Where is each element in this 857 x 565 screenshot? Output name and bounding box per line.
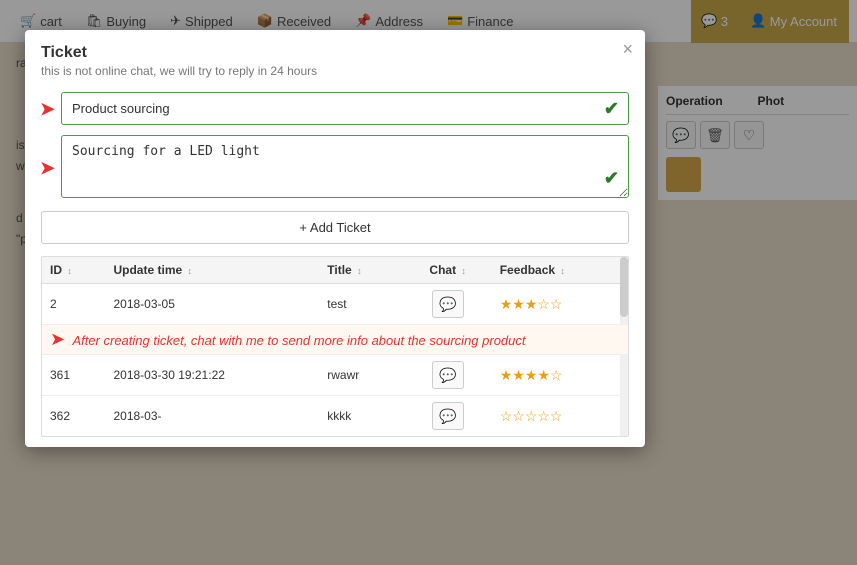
chat-button[interactable]: 💬 — [432, 361, 464, 389]
message-check-icon: ✔ — [604, 168, 619, 189]
cell-chat: 💬 — [404, 396, 492, 437]
cell-title: rwawr — [319, 355, 403, 396]
subject-input[interactable] — [61, 92, 629, 125]
annotation-text: After creating ticket, chat with me to s… — [72, 333, 525, 348]
cell-id: 362 — [42, 396, 105, 437]
subject-check-icon: ✔ — [604, 98, 619, 119]
col-chat: Chat ↕ — [404, 257, 492, 284]
table-row: 361 2018-03-30 19:21:22 rwawr 💬 ★★★★☆ — [42, 355, 628, 396]
message-arrow: ➤ — [39, 156, 56, 181]
sort-feedback-icon[interactable]: ↕ — [560, 266, 565, 276]
annotation-arrow-icon: ➤ — [50, 329, 65, 350]
cell-id: 361 — [42, 355, 105, 396]
subject-field-group: ➤ ✔ — [61, 92, 629, 125]
cell-feedback: ★★★☆☆ — [492, 284, 628, 325]
col-title: Title ↕ — [319, 257, 403, 284]
cell-title: test — [319, 284, 403, 325]
sort-time-icon[interactable]: ↕ — [188, 266, 193, 276]
cell-title: kkkk — [319, 396, 403, 437]
message-textarea[interactable] — [61, 135, 629, 198]
table-row: 362 2018-03- kkkk 💬 ☆☆☆☆☆ — [42, 396, 628, 437]
message-field-group: ➤ ✔ — [61, 135, 629, 201]
chat-button[interactable]: 💬 — [432, 290, 464, 318]
table-header-row: ID ↕ Update time ↕ Title ↕ Chat — [42, 257, 628, 284]
sort-title-icon[interactable]: ↕ — [357, 266, 362, 276]
feedback-stars: ☆☆☆☆☆ — [500, 408, 563, 424]
feedback-stars: ★★★☆☆ — [500, 296, 563, 312]
cell-update-time: 2018-03-30 19:21:22 — [105, 355, 319, 396]
tickets-table: ID ↕ Update time ↕ Title ↕ Chat — [42, 257, 628, 436]
subject-arrow: ➤ — [39, 96, 56, 121]
add-ticket-button[interactable]: + Add Ticket — [41, 211, 629, 244]
modal-title: Ticket — [41, 44, 629, 62]
modal-subtitle: this is not online chat, we will try to … — [41, 64, 629, 78]
table-row: 2 2018-03-05 test 💬 ★★★☆☆ — [42, 284, 628, 325]
cell-id: 2 — [42, 284, 105, 325]
cell-chat: 💬 — [404, 284, 492, 325]
col-id: ID ↕ — [42, 257, 105, 284]
sort-chat-icon[interactable]: ↕ — [461, 266, 466, 276]
feedback-stars: ★★★★☆ — [500, 367, 563, 383]
col-feedback: Feedback ↕ — [492, 257, 628, 284]
annotation-row: ➤ After creating ticket, chat with me to… — [42, 325, 628, 355]
col-update-time: Update time ↕ — [105, 257, 319, 284]
tickets-table-wrapper: ID ↕ Update time ↕ Title ↕ Chat — [41, 256, 629, 437]
cell-update-time: 2018-03- — [105, 396, 319, 437]
scroll-thumb[interactable] — [620, 257, 628, 317]
cell-feedback: ☆☆☆☆☆ — [492, 396, 628, 437]
modal-close-button[interactable]: × — [622, 40, 633, 58]
chat-button[interactable]: 💬 — [432, 402, 464, 430]
cell-chat: 💬 — [404, 355, 492, 396]
cell-update-time: 2018-03-05 — [105, 284, 319, 325]
modal-body: ➤ ✔ ➤ ✔ + Add Ticket ID ↕ — [25, 82, 645, 447]
modal-header: Ticket this is not online chat, we will … — [25, 30, 645, 82]
sort-id-icon[interactable]: ↕ — [67, 266, 72, 276]
cell-feedback: ★★★★☆ — [492, 355, 628, 396]
ticket-modal: Ticket this is not online chat, we will … — [25, 30, 645, 447]
